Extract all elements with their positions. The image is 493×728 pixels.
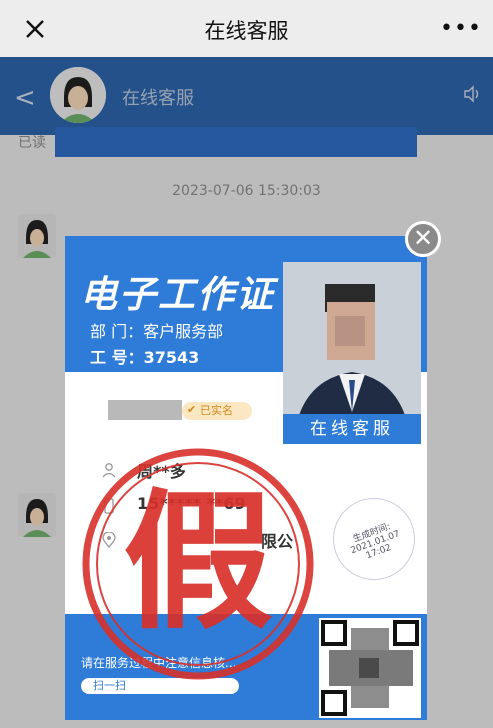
more-icon[interactable]: ••• bbox=[440, 16, 482, 41]
verified-label: 已实名 bbox=[200, 404, 233, 417]
department-text: 部 门：客户服务部 bbox=[90, 322, 224, 341]
check-icon: ✔ bbox=[187, 403, 197, 416]
name-redacted bbox=[108, 400, 182, 420]
qr-code[interactable] bbox=[319, 618, 421, 718]
title-bar: 在线客服 ••• bbox=[0, 0, 493, 57]
fake-seal: 假 bbox=[82, 448, 314, 680]
verified-badge: ✔ 已实名 bbox=[182, 402, 252, 420]
card-title: 电子工作证 bbox=[80, 273, 275, 316]
window-title: 在线客服 bbox=[204, 19, 289, 43]
job-number-text: 工 号：37543 bbox=[90, 348, 200, 367]
photo-label: 在线客服 bbox=[283, 414, 421, 444]
close-icon[interactable]: ✕ bbox=[405, 221, 441, 257]
fake-seal-text: 假 bbox=[123, 476, 273, 650]
generation-stamp: 生成时间: 2021.01.07 17:02 bbox=[321, 486, 427, 592]
